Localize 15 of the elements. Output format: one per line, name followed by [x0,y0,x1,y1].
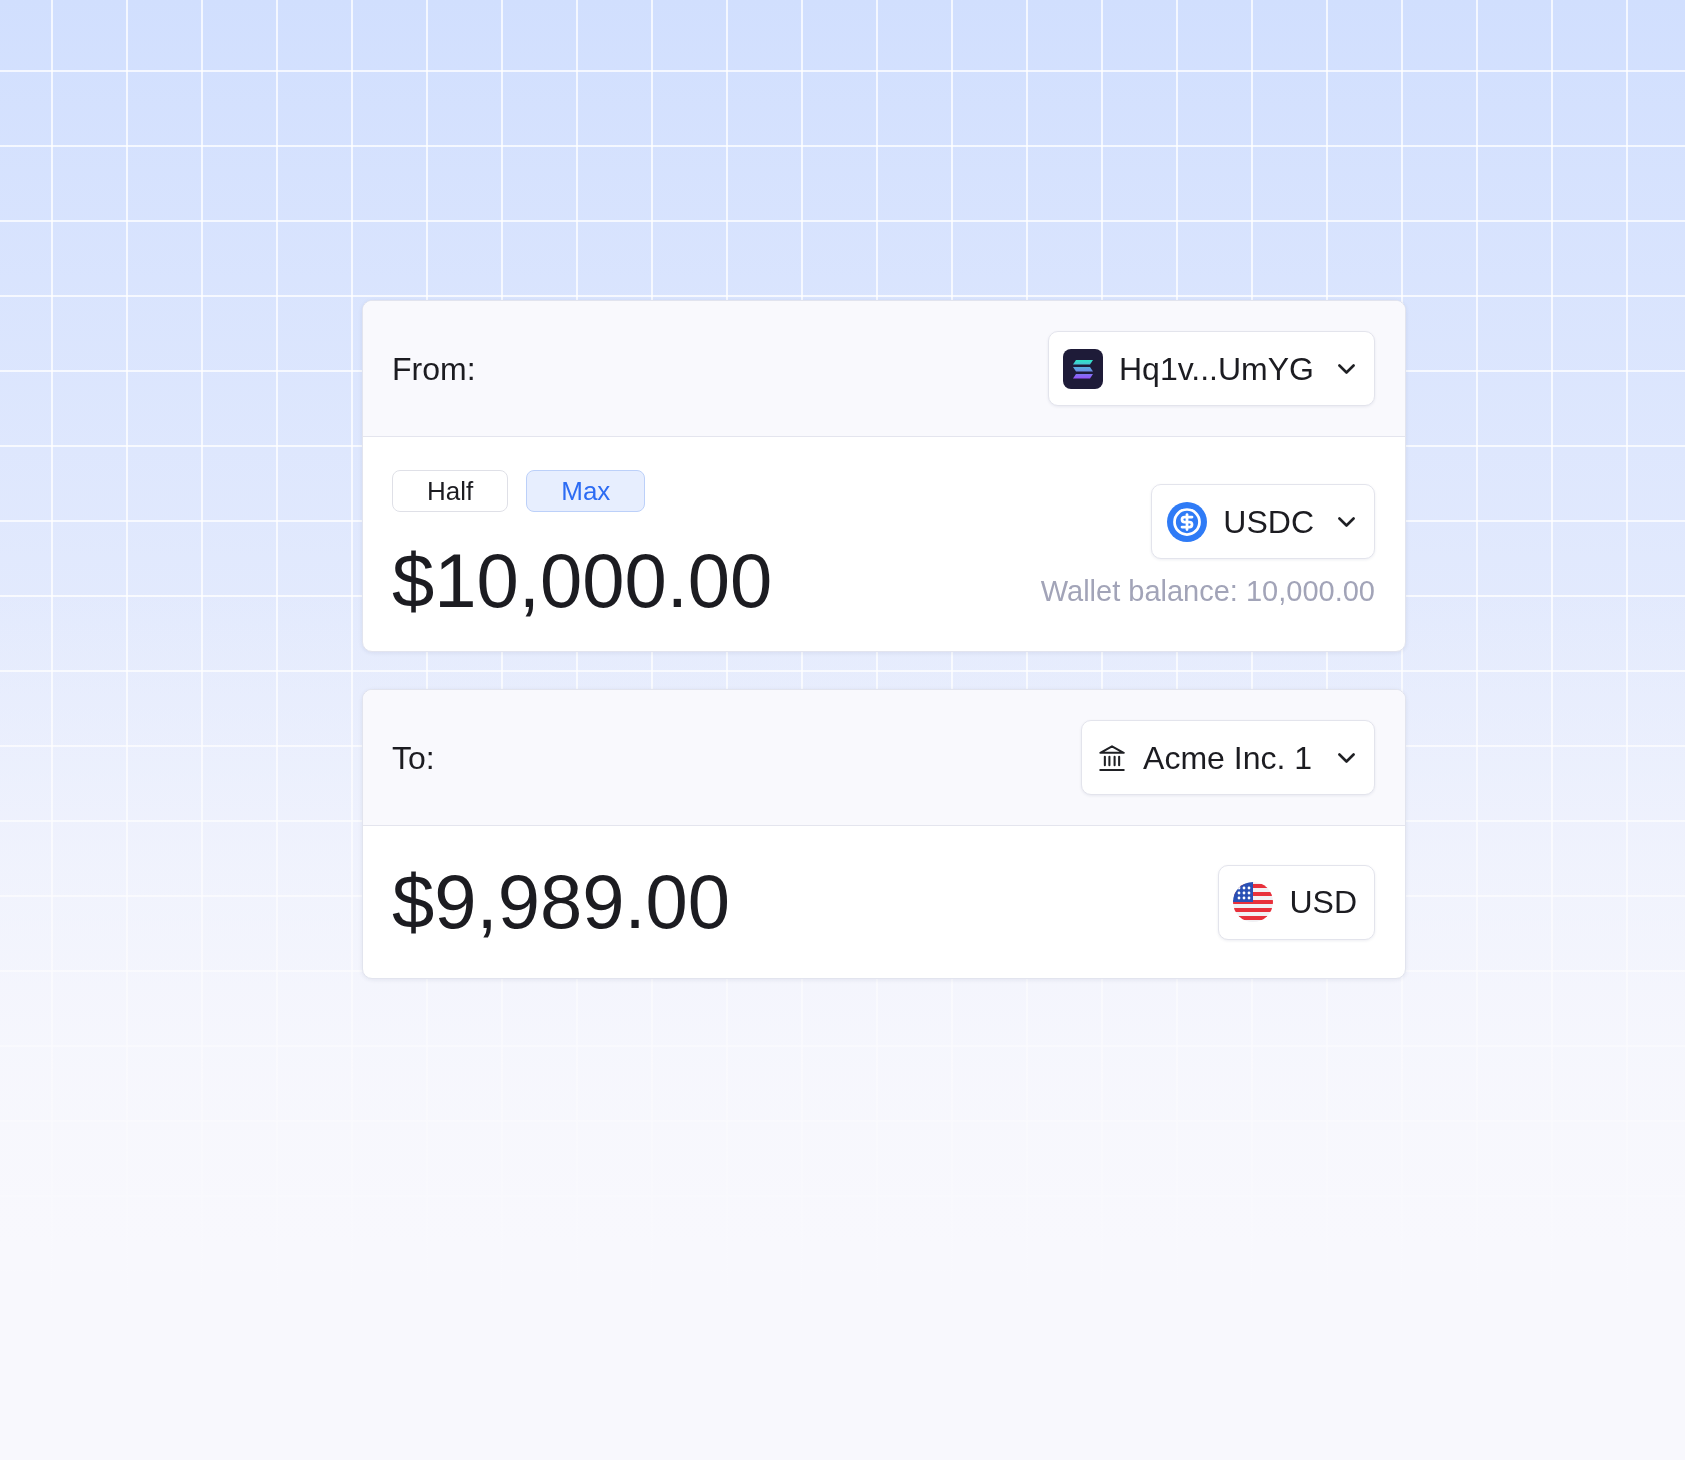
quick-amount-button[interactable]: Max [526,470,646,512]
quick-amount-button[interactable]: Half [392,470,509,512]
balance-text: Wallet balance: 10,000.00 [1040,577,1375,606]
currency-button[interactable]: USD [1218,864,1375,940]
field-label: From: [392,349,476,389]
token-dropdown[interactable]: USDC [1151,484,1375,559]
amount-value: $9,989.00 [392,864,731,940]
amount-value: $10,000.00 [392,543,773,619]
wallet-dropdown[interactable]: Hq1v...UmYG [1048,331,1375,406]
stripes-logo-icon [1063,348,1103,389]
flag-icon [1233,882,1274,922]
dollar-coin-icon [1167,501,1208,542]
account-dropdown[interactable]: Acme Inc. 1 [1081,720,1375,795]
bank-icon [1099,744,1126,771]
field-label: To: [392,738,435,778]
